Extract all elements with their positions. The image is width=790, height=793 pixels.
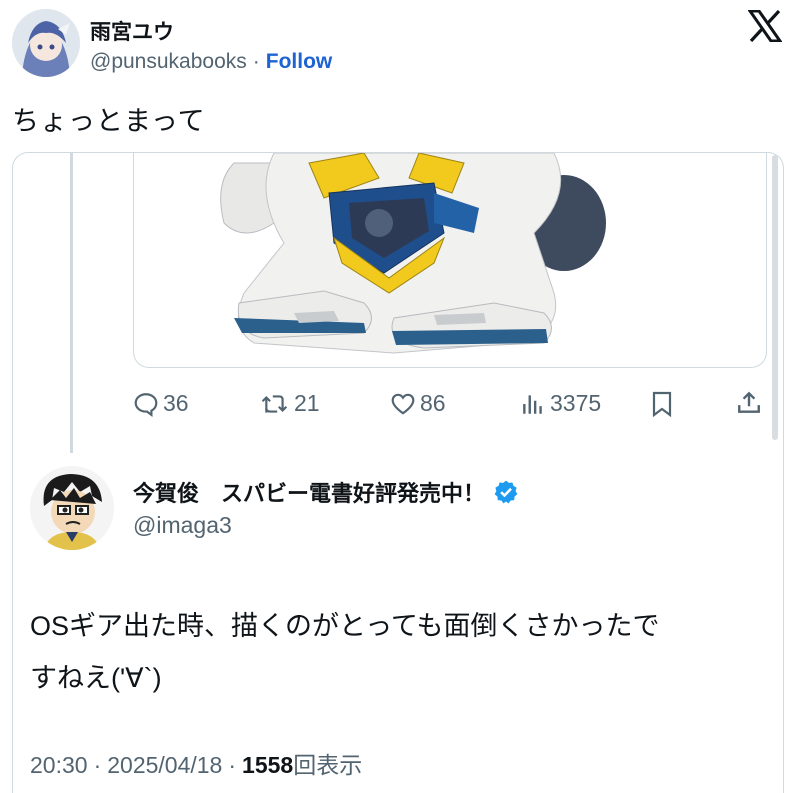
views-total-label: 回表示 bbox=[293, 752, 363, 778]
scrollbar-thumb[interactable] bbox=[772, 155, 778, 440]
reply-count: 36 bbox=[163, 390, 189, 416]
follow-button[interactable]: Follow bbox=[266, 50, 333, 74]
author-avatar[interactable] bbox=[12, 9, 80, 77]
bookmark-icon[interactable] bbox=[650, 391, 674, 422]
separator-dot: · bbox=[252, 50, 260, 73]
robot-figure-image bbox=[220, 153, 606, 354]
reply-author-name[interactable]: 今賀俊 スパビー電書好評発売中！ bbox=[133, 476, 485, 508]
reply-text-line-1: OSギア出た時、描くのがとっても面倒くさかったで bbox=[30, 611, 660, 641]
reply-author-avatar[interactable] bbox=[30, 466, 114, 550]
reply-icon bbox=[134, 392, 158, 417]
retweet-icon bbox=[261, 394, 288, 413]
share-icon[interactable] bbox=[736, 390, 762, 421]
tweet-date[interactable]: 2025/04/18 bbox=[107, 752, 222, 779]
reply-author-name-row: 今賀俊 スパビー電書好評発売中！ bbox=[133, 476, 519, 508]
tweet-time[interactable]: 20:30 bbox=[30, 752, 88, 779]
like-action[interactable]: 86 bbox=[390, 390, 446, 417]
views-total: 1558回表示 bbox=[242, 746, 362, 780]
heart-icon bbox=[391, 393, 415, 415]
views-count: 3375 bbox=[550, 390, 602, 416]
analytics-icon bbox=[523, 394, 542, 414]
reply-action[interactable]: 36 bbox=[133, 390, 189, 417]
meta-separator-1: · bbox=[93, 752, 102, 778]
embedded-media[interactable] bbox=[133, 153, 767, 368]
reply-author-handle[interactable]: @imaga3 bbox=[133, 512, 232, 539]
tweet-text: ちょっとまって bbox=[12, 106, 206, 136]
views-total-count: 1558 bbox=[242, 752, 294, 778]
reply-text-line-2: すねえ('∀`) bbox=[30, 663, 162, 693]
views-action[interactable]: 3375 bbox=[520, 390, 601, 417]
meta-separator-2: · bbox=[228, 752, 237, 778]
author-meta-line: @punsukabooks · Follow bbox=[90, 50, 332, 74]
verified-badge-icon bbox=[494, 480, 518, 504]
thread-connector-line bbox=[70, 153, 73, 453]
x-logo-icon[interactable] bbox=[747, 9, 783, 43]
tweet-meta-line: 20:30 · 2025/04/18 · 1558回表示 bbox=[30, 746, 362, 780]
author-handle[interactable]: @punsukabooks bbox=[90, 50, 247, 74]
author-name[interactable]: 雨宮ユウ bbox=[90, 16, 174, 46]
retweet-count: 21 bbox=[294, 390, 320, 416]
retweet-action[interactable]: 21 bbox=[260, 390, 320, 417]
like-count: 86 bbox=[420, 390, 446, 416]
